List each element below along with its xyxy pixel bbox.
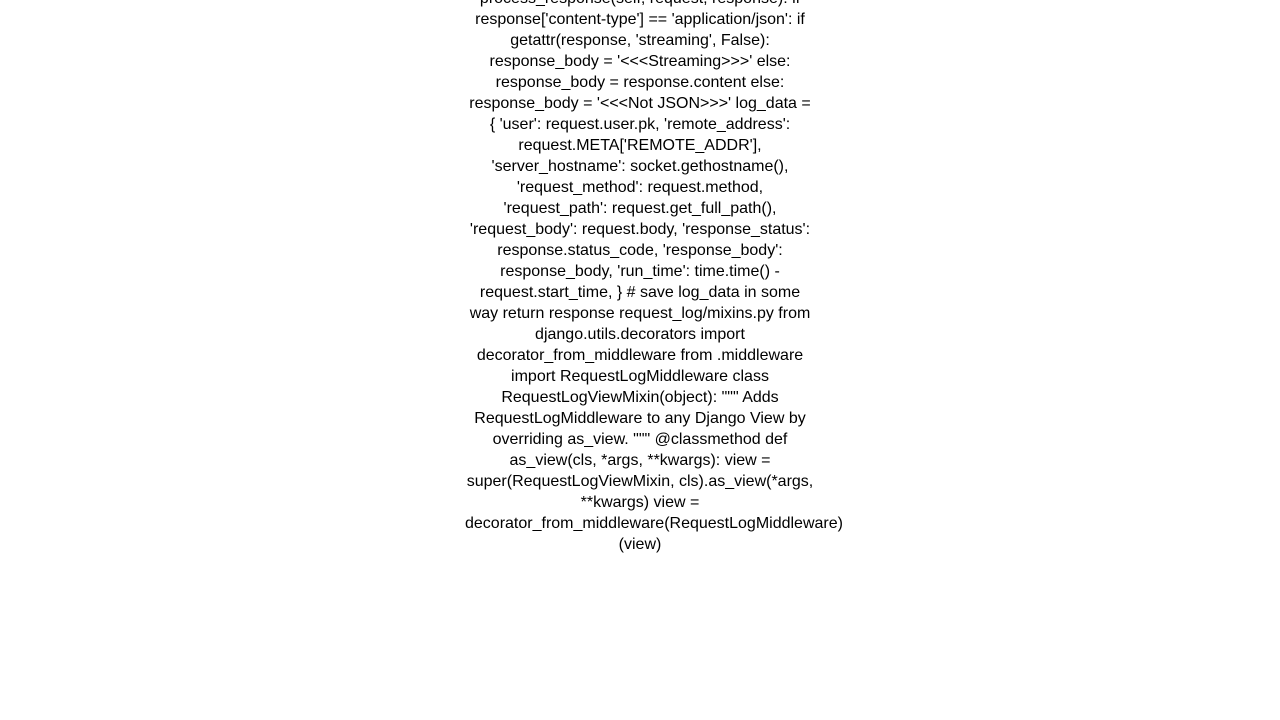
code-text-block: process_response(self, request, response… <box>465 0 815 555</box>
page-container: process_response(self, request, response… <box>0 0 1280 720</box>
